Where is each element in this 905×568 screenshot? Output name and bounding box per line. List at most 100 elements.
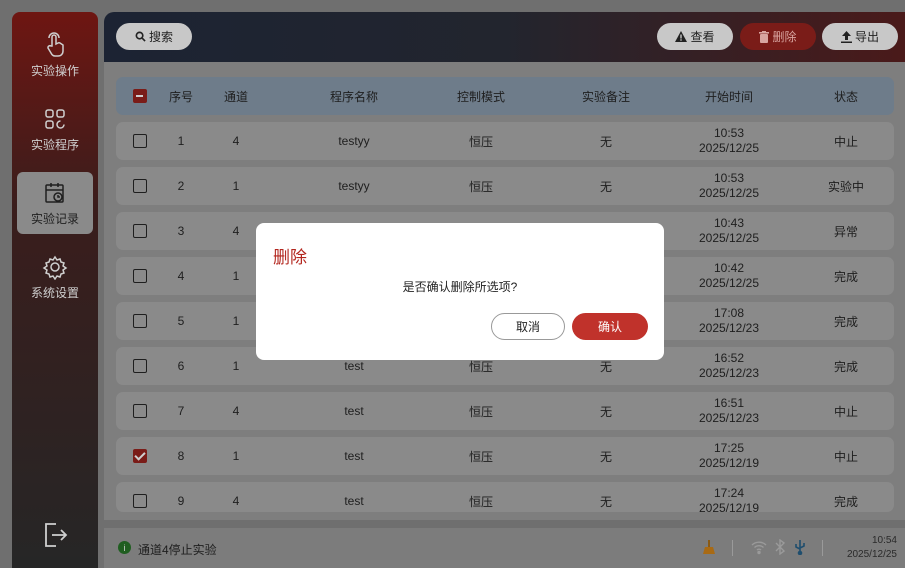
header-status: 状态 (833, 89, 858, 104)
sidebar-item-experiment-operation[interactable]: 实验操作 (17, 24, 93, 86)
confirm-button[interactable]: 确认 (572, 313, 648, 340)
gear-icon (42, 255, 68, 280)
row-program: test (344, 449, 364, 463)
header-time: 开始时间 (704, 89, 753, 104)
bluetooth-icon (775, 539, 786, 555)
table-row[interactable]: 7 4 test 恒压 无 16:51 2025/12/23 中止 (116, 392, 894, 430)
header-no: 序号 (168, 89, 193, 104)
status-bar: i 通道4停止实验 10:54 2025/12/25 (104, 528, 905, 568)
row-mode: 恒压 (468, 404, 493, 419)
row-date: 2025/12/25 (698, 186, 760, 200)
row-note: 无 (599, 494, 612, 509)
row-program: test (344, 404, 364, 418)
info-icon: i (118, 541, 131, 554)
delete-button[interactable]: 删除 (740, 23, 816, 50)
header-note: 实验备注 (581, 89, 630, 104)
divider (732, 540, 733, 556)
row-program: testyy (338, 179, 370, 193)
row-time: 16:51 (713, 396, 745, 410)
row-status: 完成 (833, 269, 858, 284)
row-note: 无 (599, 404, 612, 419)
row-start-time: 10:53 2025/12/25 (679, 122, 779, 160)
clock-time: 10:54 (871, 535, 897, 546)
exit-icon[interactable] (40, 520, 70, 550)
row-start-time: 16:51 2025/12/23 (679, 392, 779, 430)
sidebar-item-experiment-program[interactable]: 实验程序 (17, 98, 93, 160)
row-date: 2025/12/19 (698, 501, 760, 512)
row-date: 2025/12/19 (698, 456, 760, 470)
row-status: 完成 (833, 494, 858, 509)
row-time: 10:42 (713, 261, 745, 275)
sidebar-item-system-settings[interactable]: 系统设置 (17, 246, 93, 308)
view-button[interactable]: 查看 (657, 23, 733, 50)
warning-icon (675, 31, 688, 42)
clock: 10:54 2025/12/25 (847, 534, 897, 562)
row-checkbox[interactable] (133, 134, 147, 148)
row-checkbox[interactable] (133, 224, 147, 238)
search-label: 搜索 (148, 30, 173, 44)
row-channel: 1 (232, 269, 240, 283)
row-checkbox[interactable] (133, 359, 147, 373)
sidebar: 实验操作 实验程序 实验记录 系统设置 (12, 12, 98, 568)
cancel-button[interactable]: 取消 (491, 313, 565, 340)
row-status: 实验中 (827, 179, 864, 194)
row-status: 完成 (833, 359, 858, 374)
row-time: 17:25 (713, 441, 745, 455)
row-checkbox[interactable] (133, 179, 147, 193)
row-note: 无 (599, 179, 612, 194)
broom-icon[interactable] (701, 539, 717, 555)
search-button[interactable]: 搜索 (116, 23, 192, 50)
row-no: 7 (177, 404, 185, 418)
export-button[interactable]: 导出 (822, 23, 898, 50)
table-row[interactable]: 2 1 testyy 恒压 无 10:53 2025/12/25 实验中 (116, 167, 894, 205)
header-channel: 通道 (223, 89, 248, 104)
row-date: 2025/12/25 (698, 276, 760, 290)
row-date: 2025/12/23 (698, 366, 760, 380)
table-row[interactable]: 8 1 test 恒压 无 17:25 2025/12/19 中止 (116, 437, 894, 475)
row-mode: 恒压 (468, 449, 493, 464)
row-channel: 1 (232, 314, 240, 328)
row-start-time: 17:08 2025/12/23 (679, 302, 779, 340)
row-channel: 1 (232, 359, 240, 373)
divider (822, 540, 823, 556)
table-row[interactable]: 1 4 testyy 恒压 无 10:53 2025/12/25 中止 (116, 122, 894, 160)
row-start-time: 10:53 2025/12/25 (679, 167, 779, 205)
row-start-time: 17:24 2025/12/19 (679, 482, 779, 512)
sidebar-item-experiment-records[interactable]: 实验记录 (17, 172, 93, 234)
calendar-clock-icon (45, 182, 64, 203)
row-date: 2025/12/23 (698, 321, 760, 335)
row-start-time: 17:25 2025/12/19 (679, 437, 779, 475)
row-channel: 4 (232, 494, 240, 508)
upload-icon (840, 30, 852, 43)
delete-confirm-dialog: 删除 是否确认删除所选项? 取消 确认 (256, 223, 664, 360)
row-status: 中止 (833, 404, 858, 419)
row-checkbox[interactable] (133, 404, 147, 418)
usb-icon (795, 540, 805, 555)
row-mode: 恒压 (468, 134, 493, 149)
row-checkbox[interactable] (133, 314, 147, 328)
row-date: 2025/12/25 (698, 141, 760, 155)
row-mode: 恒压 (468, 494, 493, 509)
row-checkbox[interactable] (133, 449, 147, 463)
row-channel: 4 (232, 224, 240, 238)
row-checkbox[interactable] (133, 494, 147, 508)
dialog-title: 删除 (273, 248, 307, 267)
row-time: 17:08 (713, 306, 745, 320)
row-note: 无 (599, 449, 612, 464)
select-all-checkbox[interactable] (133, 89, 147, 103)
row-channel: 1 (232, 449, 240, 463)
view-label: 查看 (690, 30, 715, 44)
row-time: 10:53 (713, 171, 745, 185)
sidebar-item-label: 实验操作 (30, 63, 79, 78)
row-status: 异常 (833, 224, 858, 239)
row-note: 无 (599, 134, 612, 149)
row-channel: 1 (232, 179, 240, 193)
row-checkbox[interactable] (133, 269, 147, 283)
header-mode: 控制模式 (456, 89, 505, 104)
row-status: 完成 (833, 314, 858, 329)
header-program: 程序名称 (329, 89, 378, 104)
row-no: 3 (177, 224, 185, 238)
row-start-time: 10:42 2025/12/25 (679, 257, 779, 295)
hand-pointer-icon (47, 31, 64, 57)
table-row[interactable]: 9 4 test 恒压 无 17:24 2025/12/19 完成 (116, 482, 894, 512)
